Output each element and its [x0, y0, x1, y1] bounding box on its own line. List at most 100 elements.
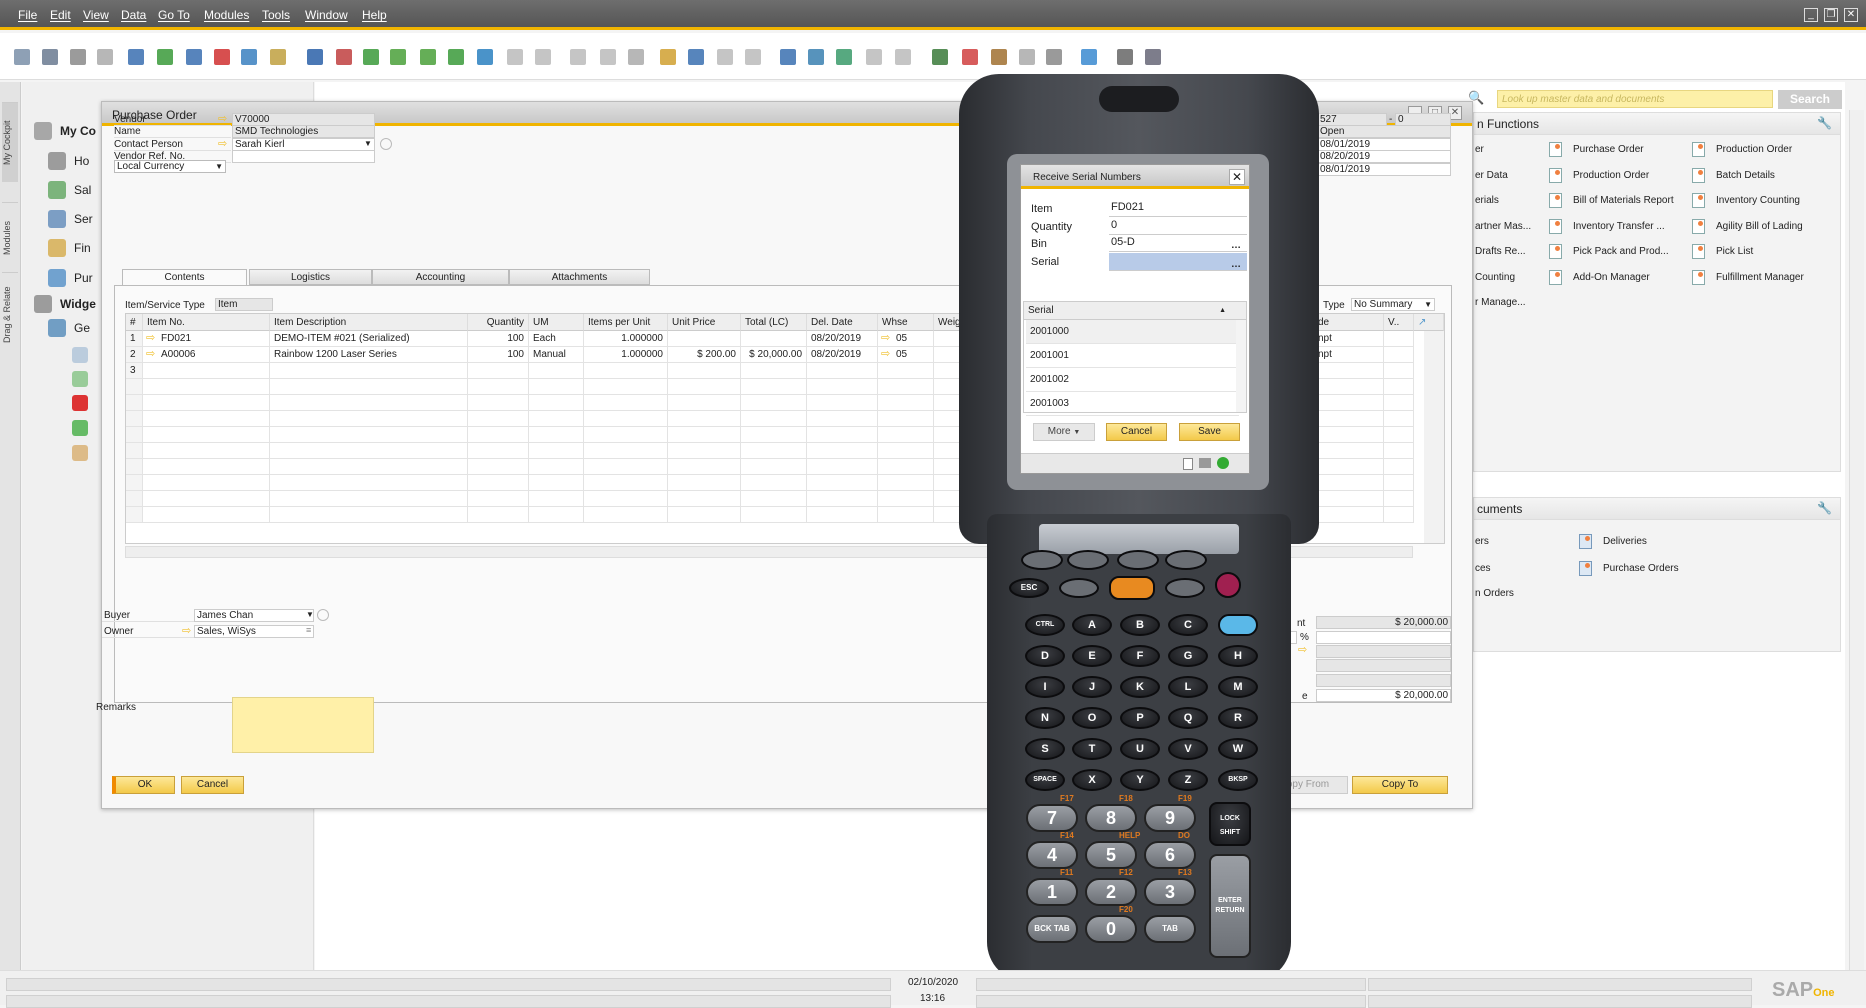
- key-s[interactable]: S: [1025, 738, 1065, 760]
- vendor-ref-field[interactable]: [232, 150, 375, 163]
- search-button[interactable]: Search: [1778, 90, 1842, 109]
- query-icon[interactable]: [745, 49, 761, 65]
- form-icon[interactable]: [1145, 49, 1161, 65]
- document-link-deliveries[interactable]: Deliveries: [1603, 536, 1647, 547]
- previous-record-icon[interactable]: [390, 49, 406, 65]
- function-link-bill-of-materials-report[interactable]: Bill of Materials Report: [1573, 195, 1674, 206]
- scroll-left-key[interactable]: [1059, 578, 1099, 598]
- cell-quantity[interactable]: [468, 427, 529, 443]
- key-space[interactable]: SPACE: [1025, 769, 1065, 791]
- cell-unit-price[interactable]: [668, 427, 741, 443]
- cell-uom[interactable]: Each: [529, 331, 584, 347]
- fax-icon[interactable]: [128, 49, 144, 65]
- tab-attachments[interactable]: Attachments: [509, 269, 650, 285]
- calculator-icon[interactable]: [1117, 49, 1133, 65]
- settings-icon[interactable]: [717, 49, 733, 65]
- cell-unit-price[interactable]: [668, 459, 741, 475]
- key-5[interactable]: 5: [1085, 841, 1137, 869]
- cell-items-per-unit[interactable]: [584, 411, 668, 427]
- cell-items-per-unit[interactable]: [584, 363, 668, 379]
- cell-item-description[interactable]: [270, 363, 468, 379]
- cell-unit-price[interactable]: [668, 491, 741, 507]
- save-button[interactable]: Save: [1179, 423, 1240, 441]
- chevron-down-icon[interactable]: ▼: [364, 139, 372, 148]
- cell-uom[interactable]: [529, 491, 584, 507]
- function-link-inventory-transfer-[interactable]: Inventory Transfer ...: [1573, 221, 1665, 232]
- cell-right[interactable]: [1314, 411, 1384, 427]
- cell-delivery-date[interactable]: [807, 411, 878, 427]
- escape-key[interactable]: ESC: [1009, 578, 1049, 598]
- cell-quantity[interactable]: [468, 363, 529, 379]
- soft-key-2[interactable]: [1117, 550, 1159, 570]
- cell-total-lc[interactable]: [741, 363, 807, 379]
- grid-vertical-scrollbar[interactable]: [1424, 331, 1444, 543]
- key-p[interactable]: P: [1120, 707, 1160, 729]
- email-icon[interactable]: [70, 49, 86, 65]
- side-tab-my-cockpit[interactable]: My Cockpit: [2, 102, 18, 182]
- launch-icon[interactable]: [241, 49, 257, 65]
- reports-icon[interactable]: [991, 49, 1007, 65]
- cell-warehouse[interactable]: [878, 363, 934, 379]
- cell-total-lc[interactable]: [741, 507, 807, 523]
- column-header-4[interactable]: UM: [529, 314, 584, 331]
- copy-to-button[interactable]: Copy To: [1352, 776, 1448, 794]
- function-link[interactable]: Drafts Re...: [1475, 246, 1526, 257]
- cockpit-item-service[interactable]: Ser: [74, 212, 93, 226]
- key-9[interactable]: 9: [1144, 804, 1196, 832]
- tax-field[interactable]: [1316, 674, 1451, 687]
- cell-warehouse[interactable]: [878, 443, 934, 459]
- link-arrow-icon[interactable]: ⇨: [881, 349, 890, 360]
- column-header-1[interactable]: Item No.: [143, 314, 270, 331]
- cell-item-number[interactable]: [143, 363, 270, 379]
- cell-right[interactable]: [1314, 443, 1384, 459]
- document-link[interactable]: ers: [1475, 536, 1489, 547]
- buyer-select[interactable]: James Chan: [194, 609, 314, 622]
- report-widget-icon[interactable]: [72, 395, 88, 411]
- cell-uom[interactable]: [529, 395, 584, 411]
- cell-right[interactable]: [1384, 459, 1414, 475]
- key-i[interactable]: I: [1025, 676, 1065, 698]
- filter-icon[interactable]: [507, 49, 523, 65]
- key-g[interactable]: G: [1168, 645, 1208, 667]
- cell-right[interactable]: [1384, 427, 1414, 443]
- cell-items-per-unit[interactable]: [584, 459, 668, 475]
- calendar-icon[interactable]: [932, 49, 948, 65]
- key-t[interactable]: T: [1072, 738, 1112, 760]
- wrench-icon[interactable]: 🔧: [1817, 116, 1832, 130]
- soft-key-3[interactable]: [1165, 550, 1207, 570]
- column-header-0[interactable]: #: [126, 314, 143, 331]
- key-n[interactable]: N: [1025, 707, 1065, 729]
- cell-unit-price[interactable]: $ 200.00: [668, 347, 741, 363]
- add-icon[interactable]: [336, 49, 352, 65]
- cell-quantity[interactable]: [468, 411, 529, 427]
- minimize-icon[interactable]: _: [1804, 8, 1818, 22]
- summary-type-select[interactable]: No Summary ▼: [1351, 298, 1435, 311]
- key-z[interactable]: Z: [1168, 769, 1208, 791]
- rounding-field[interactable]: [1316, 659, 1451, 672]
- cell-right[interactable]: [1314, 395, 1384, 411]
- help-icon[interactable]: [1081, 49, 1097, 65]
- cockpit-item-general[interactable]: Ge: [74, 321, 90, 335]
- people-icon[interactable]: [1046, 49, 1062, 65]
- cell-item-number[interactable]: [143, 427, 270, 443]
- cell-right[interactable]: [1384, 507, 1414, 523]
- key-8[interactable]: 8: [1085, 804, 1137, 832]
- key-bck-tab[interactable]: BCK TAB: [1026, 915, 1078, 943]
- menu-tools[interactable]: Tools: [262, 8, 290, 22]
- cell-warehouse[interactable]: 05 ⇨: [878, 331, 934, 347]
- cell-right[interactable]: [1314, 507, 1384, 523]
- cell-item-description[interactable]: Rainbow 1200 Laser Series: [270, 347, 468, 363]
- column-header-6[interactable]: Unit Price: [668, 314, 741, 331]
- key-u[interactable]: U: [1120, 738, 1160, 760]
- user-icon[interactable]: [660, 49, 676, 65]
- cell-right[interactable]: npt: [1314, 347, 1384, 363]
- cell-total-lc[interactable]: [741, 459, 807, 475]
- document-link[interactable]: n Orders: [1475, 588, 1514, 599]
- serial-list-scrollbar[interactable]: [1236, 320, 1246, 412]
- function-link[interactable]: r Manage...: [1475, 297, 1526, 308]
- key-v[interactable]: V: [1168, 738, 1208, 760]
- cell-item-description[interactable]: [270, 395, 468, 411]
- function-link-agility-bill-of-lading[interactable]: Agility Bill of Lading: [1716, 221, 1803, 232]
- cell-delivery-date[interactable]: [807, 507, 878, 523]
- key-a[interactable]: A: [1072, 614, 1112, 636]
